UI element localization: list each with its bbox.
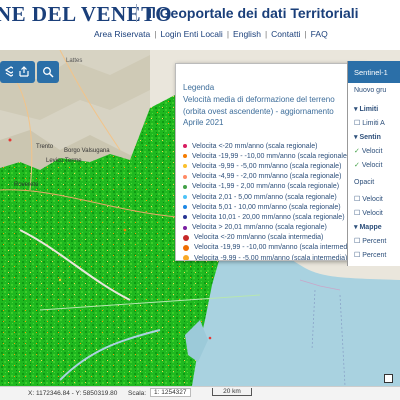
legend-item-label: Velocita -9,99 - -5,00 mm/anno (scala re… <box>192 162 342 170</box>
legend-item-label: Velocita -19,99 - -10,00 mm/anno (scala … <box>192 152 350 160</box>
legend-dot-icon <box>183 225 187 230</box>
legend-dot-icon <box>183 164 187 169</box>
map-label-borgo: Borgo Valsugana <box>64 148 110 154</box>
page-title: Il Geoportale dei dati Territoriali <box>148 5 359 21</box>
share-icon <box>19 66 29 77</box>
checkbox-icon: ☐ <box>354 120 363 127</box>
legend-title: Legenda <box>183 83 215 92</box>
legend-item-label: Velocita <-20 mm/anno (scala regionale) <box>192 142 318 150</box>
layer-percent-2[interactable]: ☐ Percent <box>354 251 386 259</box>
legend-item: Velocita -9,99 - -5,00 mm/anno (scala re… <box>183 161 366 171</box>
top-nav: Area Riservata | Login Enti Locali | English… <box>94 29 328 39</box>
legend-item: Velocita -1,99 - 2,00 mm/anno (scala reg… <box>183 182 366 192</box>
legend-item-label: Velocita -1,99 - 2,00 mm/anno (scala reg… <box>192 183 340 191</box>
nav-login-enti[interactable]: Login Enti Locali <box>160 29 222 39</box>
legend-dot-icon <box>183 195 187 200</box>
checkbox-icon: ☐ <box>354 238 363 245</box>
legend-item: Velocita <-20 mm/anno (scala regionale) <box>183 141 366 151</box>
legend-dot-icon <box>183 144 187 149</box>
legend-item-label: Velocita 2,01 - 5,00 mm/anno (scala regi… <box>192 193 337 201</box>
search-icon <box>43 67 54 78</box>
legend-item-label: Velocita -4,99 - -2,00 mm/anno (scala re… <box>192 173 342 181</box>
legend-item: Velocita -4,99 - -2,00 mm/anno (scala re… <box>183 172 366 182</box>
brand-logo[interactable]: NE DEL VENETO <box>0 2 172 27</box>
legend-item-label: Velocita <-20 mm/anno (scala intermedia) <box>194 234 324 242</box>
legend-item: Velocita 2,01 - 5,00 mm/anno (scala regi… <box>183 192 366 202</box>
legend-item-label: Velocita -19,99 - -10,00 mm/anno (scala … <box>194 244 356 252</box>
header: NE DEL VENETO Il Geoportale dei dati Ter… <box>0 0 400 50</box>
legend-panel[interactable]: × Legenda Velocità media di deformazione… <box>175 63 367 261</box>
map-label-levico: Levico Terme <box>46 158 82 164</box>
nav-english[interactable]: English <box>233 29 261 39</box>
legend-item-label: Velocita -9,99 - -5,00 mm/anno (scala in… <box>194 254 348 261</box>
nav-separator: | <box>304 29 307 39</box>
layer-velocita-4[interactable]: ☐ Velocit <box>354 209 383 217</box>
checkbox-icon: ☐ <box>354 196 363 203</box>
map-label-lattes: Lattes <box>66 58 83 64</box>
fullscreen-icon[interactable] <box>384 374 393 383</box>
legend-description: Velocità media di deformazione del terre… <box>183 95 335 127</box>
nav-area-riservata[interactable]: Area Riservata <box>94 29 150 39</box>
legend-item: Velocita 5,01 - 10,00 mm/anno (scala reg… <box>183 202 366 212</box>
legend-dot-icon <box>183 184 187 189</box>
legend-dot-icon <box>183 174 187 179</box>
nav-separator: | <box>154 29 157 39</box>
layer-velocita-1[interactable]: ✓ Velocit <box>354 147 382 155</box>
checkbox-icon: ☐ <box>354 210 363 217</box>
search-button[interactable] <box>37 61 59 83</box>
legend-list: Velocita <-20 mm/anno (scala regionale) V… <box>183 141 366 261</box>
layer-new-group[interactable]: Nuovo gru <box>354 87 386 94</box>
legend-item: Velocita -19,99 - -10,00 mm/anno (scala … <box>183 151 366 161</box>
map-label-trento: Trento <box>36 144 54 150</box>
legend-item: Velocita <-20 mm/anno (scala intermedia) <box>183 233 366 243</box>
layer-velocita-3[interactable]: ☐ Velocit <box>354 195 383 203</box>
check-icon: ✓ <box>354 162 362 169</box>
legend-dot-icon <box>183 234 189 241</box>
brand-text: NE DEL <box>0 2 76 26</box>
scale-label: Scala: <box>128 390 147 397</box>
layer-percent-1[interactable]: ☐ Percent <box>354 237 386 245</box>
legend-item-label: Velocita > 20,01 mm/anno (scala regional… <box>192 224 327 232</box>
layers-panel-header: Sentinel-1 <box>348 61 400 83</box>
legend-dot-icon <box>183 205 187 210</box>
scale-bar: 20 km <box>212 388 252 396</box>
coordinates-readout: X: 1172346.84 - Y: 5850319.80 <box>28 390 118 397</box>
legend-item: Velocita > 20,01 mm/anno (scala regional… <box>183 223 366 233</box>
status-bar: X: 1172346.84 - Y: 5850319.80 Scala: 1: … <box>0 386 400 400</box>
header-divider <box>136 4 137 22</box>
nav-separator: | <box>264 29 268 39</box>
layer-group-limiti[interactable]: ▾ Limiti <box>354 105 378 113</box>
nav-contatti[interactable]: Contatti <box>271 29 300 39</box>
legend-dot-icon <box>183 244 189 251</box>
layers-panel[interactable]: Sentinel-1 Nuovo gru ▾ Limiti ☐ Limiti A… <box>347 61 400 266</box>
legend-item: Velocita 10,01 - 20,00 mm/anno (scala re… <box>183 212 366 222</box>
layer-limiti-a[interactable]: ☐ Limiti A <box>354 119 385 127</box>
legend-item-label: Velocita 10,01 - 20,00 mm/anno (scala re… <box>192 213 345 221</box>
checkbox-icon: ☐ <box>354 252 363 259</box>
layer-opacity[interactable]: Opacit <box>354 179 374 186</box>
layer-group-sentinel[interactable]: ▾ Sentin <box>354 133 381 141</box>
legend-dot-icon <box>183 154 187 159</box>
legend-item: Velocita -19,99 - -10,00 mm/anno (scala … <box>183 243 366 253</box>
map-label-rovereto: Rovereto <box>14 182 39 188</box>
scale-select[interactable]: 1: 1254327 <box>150 388 191 397</box>
check-icon: ✓ <box>354 148 362 155</box>
layer-group-mappe[interactable]: ▾ Mappe <box>354 223 382 231</box>
layer-velocita-2[interactable]: ✓ Velocit <box>354 161 382 169</box>
nav-faq[interactable]: FAQ <box>311 29 328 39</box>
nav-separator: | <box>226 29 230 39</box>
legend-item-label: Velocita 5,01 - 10,00 mm/anno (scala reg… <box>192 203 341 211</box>
share-button[interactable] <box>13 61 35 83</box>
legend-dot-icon <box>183 255 189 260</box>
legend-dot-icon <box>183 215 187 220</box>
legend-item: Velocita -9,99 - -5,00 mm/anno (scala in… <box>183 253 366 261</box>
